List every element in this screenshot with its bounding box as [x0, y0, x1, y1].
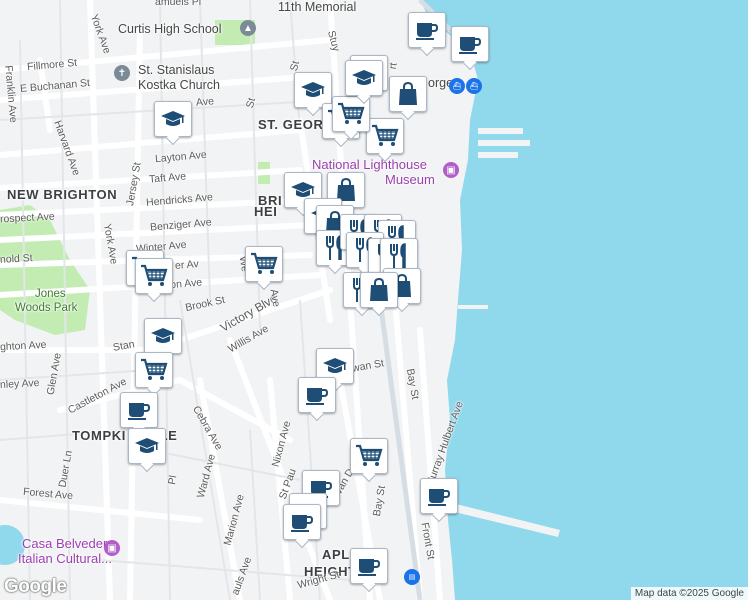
- coffee-icon: [283, 504, 321, 540]
- shopping-cart-icon: [135, 258, 173, 294]
- train-icon: ▤: [404, 569, 420, 585]
- shopping-cart-marker[interactable]: [350, 438, 388, 480]
- school-icon: [154, 101, 192, 137]
- school-marker[interactable]: [128, 428, 166, 470]
- shopping-cart-marker[interactable]: [366, 118, 404, 160]
- school-icon: [144, 318, 182, 354]
- map-canvas[interactable]: NEW BRIGHTON ST. GEORG BRI HEI TOMPKI LE…: [0, 0, 748, 600]
- street-label-ave-top: Ave: [195, 95, 215, 109]
- shopping-cart-marker[interactable]: [245, 246, 283, 288]
- shopping-cart-icon: [135, 352, 173, 388]
- museum-icon: ▣: [443, 162, 459, 178]
- neighborhood-label-new-brighton: NEW BRIGHTON: [7, 187, 118, 202]
- coffee-marker[interactable]: [451, 26, 489, 68]
- neighborhood-label-brighton-heights-2: HEI: [254, 204, 278, 219]
- church-icon: ✝: [114, 65, 130, 81]
- google-logo: Google: [4, 576, 67, 597]
- shopping-cart-marker[interactable]: [135, 258, 173, 300]
- coffee-marker[interactable]: [350, 548, 388, 590]
- street-label-ghton: ghton Ave: [0, 338, 47, 354]
- coffee-icon: [420, 478, 458, 514]
- shopping-cart-icon: [366, 118, 404, 154]
- shopping-bag-marker[interactable]: [389, 76, 427, 118]
- poi-label-museum-2: Museum: [385, 172, 435, 187]
- poi-label-church-2: Kostka Church: [138, 78, 220, 92]
- street-label-nley: nley Ave: [0, 376, 40, 392]
- school-marker[interactable]: [154, 101, 192, 143]
- ferry-icon: ⛴: [466, 78, 482, 94]
- park-label-jones-1: Jones: [35, 288, 66, 300]
- coffee-marker[interactable]: [420, 478, 458, 520]
- park-label-jones-2: Woods Park: [15, 302, 78, 314]
- school-icon: [128, 428, 166, 464]
- poi-label-church-1: St. Stanislaus: [138, 63, 215, 77]
- poi-label-memorial: 11th Memorial: [278, 0, 357, 14]
- street-label-er: er Av: [174, 257, 200, 273]
- coffee-marker[interactable]: [408, 12, 446, 54]
- coffee-icon: [451, 26, 489, 62]
- school-icon: ▲: [240, 20, 256, 36]
- coffee-icon: [298, 377, 336, 413]
- shopping-bag-icon: [389, 76, 427, 112]
- school-icon: [345, 60, 383, 96]
- shopping-cart-icon: [350, 438, 388, 474]
- street-label-arnold: nold St: [0, 252, 33, 266]
- coffee-icon: [408, 12, 446, 48]
- shopping-cart-icon: [245, 246, 283, 282]
- poi-label-belvedere-2: Italian Cultural...: [18, 551, 112, 566]
- street-label-pl: Pl: [165, 474, 180, 486]
- coffee-icon: [350, 548, 388, 584]
- poi-label-curtis-high: Curtis High School: [118, 22, 222, 36]
- ferry-icon: ⛴: [449, 78, 465, 94]
- shopping-cart-marker[interactable]: [135, 352, 173, 394]
- school-marker[interactable]: [345, 60, 383, 102]
- museum-icon: ▣: [104, 540, 120, 556]
- shopping-bag-icon: [360, 272, 398, 308]
- map-attribution[interactable]: Map data ©2025 Google: [630, 587, 748, 600]
- coffee-marker[interactable]: [283, 504, 321, 546]
- coffee-icon: [120, 392, 158, 428]
- shopping-bag-marker[interactable]: [360, 272, 398, 314]
- street-label-samuels: amuels Pl: [155, 0, 202, 8]
- coffee-marker[interactable]: [298, 377, 336, 419]
